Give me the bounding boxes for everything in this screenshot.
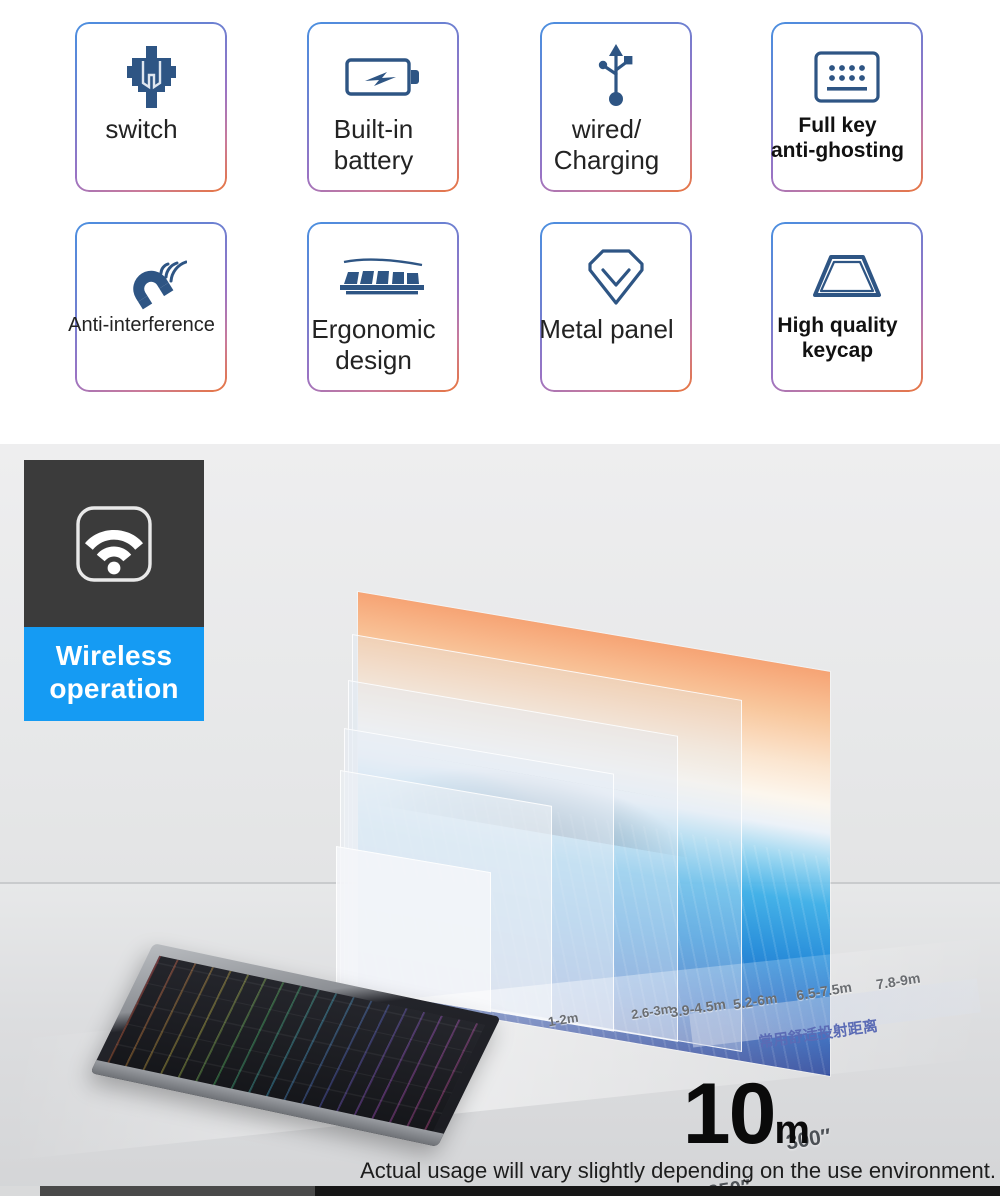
range-number: 10: [682, 1066, 777, 1162]
wireless-badge-text-panel: Wireless operation: [24, 627, 204, 722]
wifi-icon: [76, 505, 152, 582]
feature-card-switch[interactable]: switch: [75, 22, 227, 192]
label-line: wired/: [571, 114, 642, 144]
label-line: Anti-interference: [68, 314, 215, 336]
keyboard-product-photo: [90, 943, 501, 1147]
feature-label: High quality keycap: [743, 314, 933, 364]
feature-card-battery[interactable]: Built-in battery: [307, 22, 459, 192]
label-line: Ergonomic: [311, 314, 436, 344]
badge-title-line2: operation: [49, 673, 179, 705]
diamond-icon: [540, 244, 692, 310]
feature-label: Ergonomic design: [279, 314, 469, 375]
next-section-strip: [0, 1186, 1000, 1196]
magnet-signal-icon: [75, 244, 227, 310]
label-line: High quality: [777, 314, 898, 337]
ergonomic-profile-icon: [307, 244, 459, 310]
feature-card-anti-interference[interactable]: Anti-interference: [68, 222, 227, 392]
wireless-badge-icon-panel: [24, 460, 204, 627]
badge-title-line1: Wireless: [55, 640, 173, 671]
label-line: battery: [333, 144, 414, 175]
label-line: anti-ghosting: [771, 138, 904, 162]
label-line: Built-in: [333, 114, 414, 144]
label-line: Metal panel: [539, 314, 674, 344]
feature-grid: switch Built-in battery wired/ Charging …: [0, 0, 1000, 430]
keycap-icon: [771, 244, 923, 310]
range-distance: 10m: [683, 1071, 810, 1157]
feature-card-keycap[interactable]: High quality keycap: [771, 222, 923, 392]
feature-card-metal-panel[interactable]: Metal panel: [539, 222, 692, 392]
mechanical-switch-icon: [75, 44, 227, 110]
product-detail-page: switch Built-in battery wired/ Charging …: [0, 0, 1000, 1196]
label-line: Full key: [798, 114, 877, 137]
feature-card-anti-ghosting[interactable]: Full key anti-ghosting: [771, 22, 923, 192]
strip-mid-gray: [40, 1186, 315, 1196]
feature-card-ergonomic[interactable]: Ergonomic design: [307, 222, 459, 392]
caption-text: Actual usage will vary slightly dependin…: [360, 1158, 996, 1183]
feature-label: Full key anti-ghosting: [743, 114, 933, 164]
label-line: keycap: [801, 338, 874, 362]
feature-label: Metal panel: [512, 314, 702, 345]
feature-label: Built-in battery: [279, 114, 469, 175]
feature-card-wired-charging[interactable]: wired/ Charging: [540, 22, 692, 192]
feature-label: Anti-interference: [47, 314, 237, 338]
battery-charging-icon: [307, 44, 459, 110]
strip-left-light: [0, 1186, 40, 1196]
label-line: design: [335, 344, 412, 375]
label-line: switch: [105, 114, 178, 144]
usb-icon: [540, 44, 692, 110]
range-unit: m: [774, 1108, 810, 1152]
keyboard-icon: [771, 44, 923, 110]
label-line: Charging: [553, 144, 660, 175]
feature-label: switch: [47, 114, 237, 145]
feature-label: wired/ Charging: [512, 114, 702, 175]
usage-caption: Actual usage will vary slightly dependin…: [0, 1158, 996, 1184]
wireless-badge: Wireless operation: [24, 460, 204, 722]
